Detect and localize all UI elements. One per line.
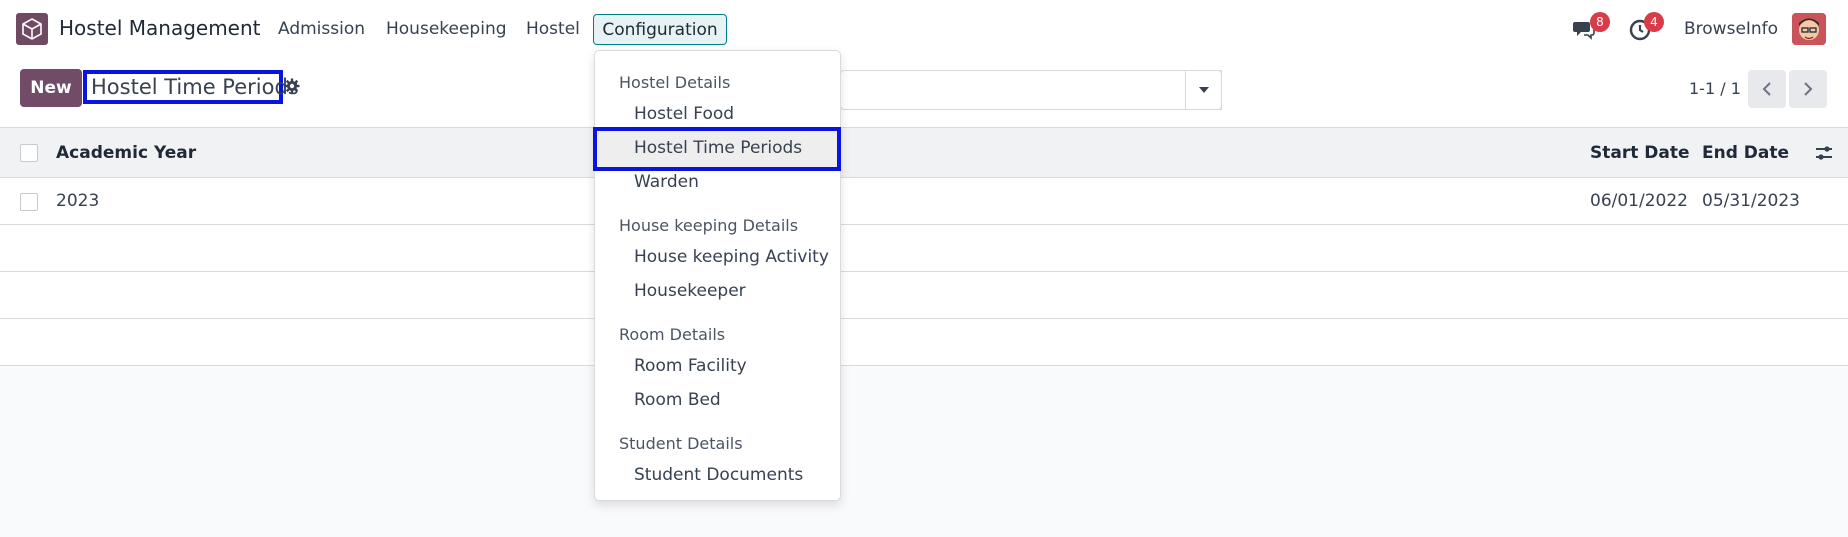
select-all-checkbox[interactable] xyxy=(20,144,38,162)
column-settings-icon[interactable] xyxy=(1814,144,1834,162)
empty-row xyxy=(0,319,1848,366)
caret-down-icon xyxy=(1198,87,1209,93)
search-input[interactable] xyxy=(840,70,1222,110)
top-navbar: Hostel Management Admission Housekeeping… xyxy=(0,0,1848,58)
page-title: Hostel Time Periods xyxy=(83,70,299,104)
empty-row xyxy=(0,225,1848,272)
chevron-left-icon xyxy=(1762,82,1771,96)
table-row[interactable]: 2023 06/01/2022 05/31/2023 xyxy=(0,178,1848,225)
menu-item-housekeeping-activity[interactable]: House keeping Activity xyxy=(634,247,829,267)
menu-housekeeping[interactable]: Housekeeping xyxy=(386,19,507,39)
empty-row xyxy=(0,272,1848,319)
pager-next-button[interactable] xyxy=(1789,70,1827,108)
control-panel: New Hostel Time Periods 1-1 / 1 xyxy=(0,58,1848,128)
search-options-toggle[interactable] xyxy=(1185,70,1222,110)
section-header-hostel-details: Hostel Details xyxy=(619,73,731,92)
menu-item-hostel-food[interactable]: Hostel Food xyxy=(634,104,734,124)
section-header-room-details: Room Details xyxy=(619,325,726,344)
section-header-housekeeping-details: House keeping Details xyxy=(619,216,799,235)
section-header-student-details: Student Details xyxy=(619,434,743,453)
row-checkbox[interactable] xyxy=(20,193,38,211)
new-button[interactable]: New xyxy=(20,69,82,107)
cell-start-date: 06/01/2022 xyxy=(1590,191,1688,211)
cell-end-date: 05/31/2023 xyxy=(1702,191,1800,211)
column-academic-year[interactable]: Academic Year xyxy=(56,143,196,163)
menu-item-housekeeper[interactable]: Housekeeper xyxy=(634,281,746,301)
cube-app-icon[interactable] xyxy=(16,13,48,45)
user-name[interactable]: BrowseInfo xyxy=(1684,19,1778,39)
menu-item-student-documents[interactable]: Student Documents xyxy=(634,465,803,485)
gear-icon[interactable] xyxy=(284,78,300,94)
activities-badge: 4 xyxy=(1644,12,1664,32)
cell-academic-year: 2023 xyxy=(56,191,100,211)
menu-item-hostel-time-periods[interactable]: Hostel Time Periods xyxy=(634,138,802,158)
column-start-date[interactable]: Start Date xyxy=(1590,143,1690,163)
pager-previous-button[interactable] xyxy=(1748,70,1786,108)
chevron-right-icon xyxy=(1804,82,1813,96)
configuration-dropdown: Hostel Details Hostel Food Hostel Time P… xyxy=(593,50,841,501)
menu-item-room-bed[interactable]: Room Bed xyxy=(634,390,721,410)
avatar[interactable] xyxy=(1792,13,1826,45)
menu-item-room-facility[interactable]: Room Facility xyxy=(634,356,747,376)
column-end-date[interactable]: End Date xyxy=(1702,143,1789,163)
menu-configuration[interactable]: Configuration xyxy=(593,14,727,45)
menu-admission[interactable]: Admission xyxy=(278,19,365,39)
messages-badge: 8 xyxy=(1590,12,1610,32)
pager-value[interactable]: 1-1 / 1 xyxy=(1689,79,1741,98)
menu-hostel[interactable]: Hostel xyxy=(526,19,580,39)
table-header: Academic Year Start Date End Date xyxy=(0,128,1848,178)
app-name[interactable]: Hostel Management xyxy=(59,16,261,40)
menu-item-warden[interactable]: Warden xyxy=(634,172,699,192)
